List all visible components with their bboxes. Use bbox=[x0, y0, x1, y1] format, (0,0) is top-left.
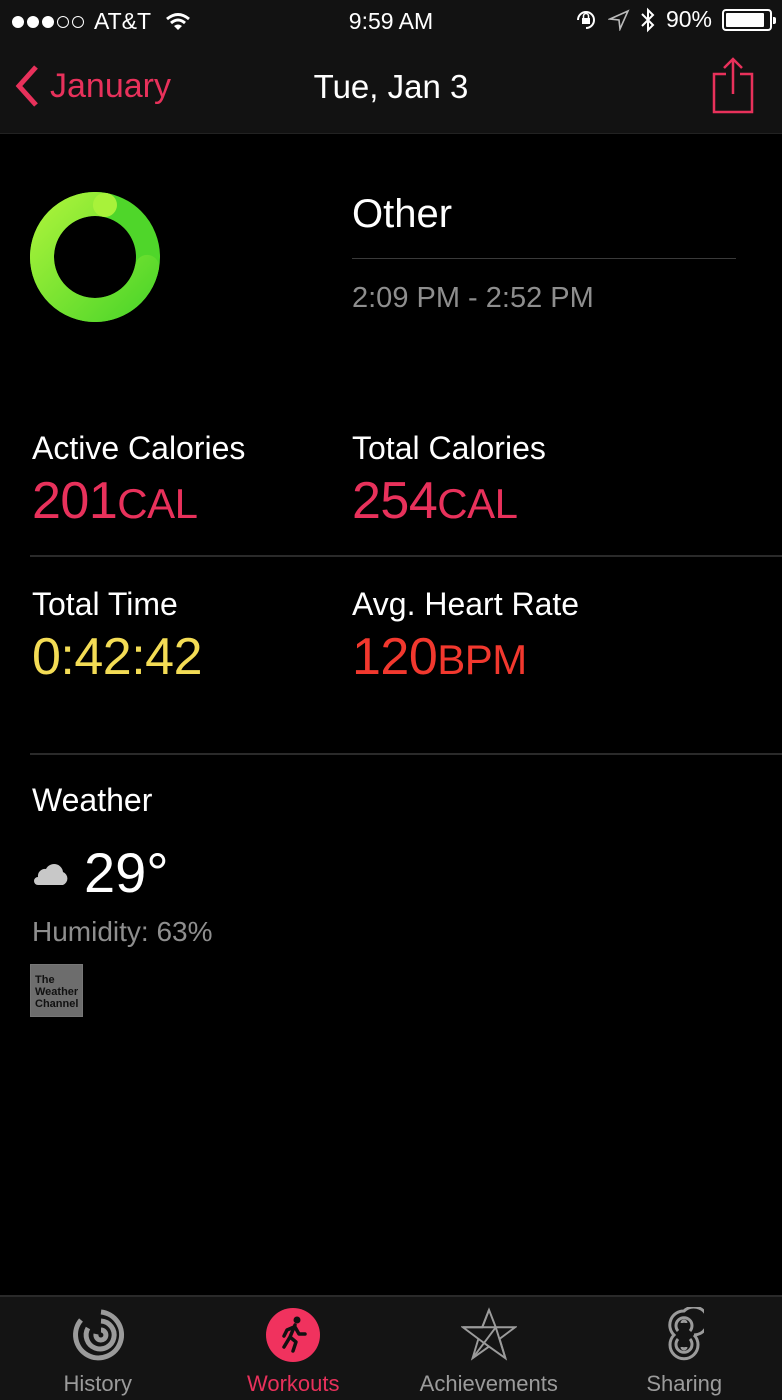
tab-sharing[interactable]: Sharing bbox=[587, 1297, 782, 1400]
share-icon bbox=[712, 56, 754, 114]
workout-type: Other bbox=[352, 192, 453, 236]
tab-achievements[interactable]: Achievements bbox=[391, 1297, 587, 1400]
tab-label: Workouts bbox=[246, 1371, 340, 1396]
history-icon bbox=[70, 1307, 126, 1363]
metric-unit: CAL bbox=[117, 480, 198, 527]
workout-activity-ring bbox=[30, 192, 160, 322]
bluetooth-icon bbox=[640, 7, 656, 33]
weather-title: Weather bbox=[32, 782, 153, 818]
metric-unit: CAL bbox=[437, 480, 518, 527]
metric-number: 254 bbox=[352, 472, 438, 530]
metric-label: Active Calories bbox=[32, 430, 246, 466]
rotation-lock-icon bbox=[574, 8, 598, 32]
metric-label: Avg. Heart Rate bbox=[352, 586, 580, 622]
divider bbox=[30, 555, 782, 557]
workouts-icon bbox=[265, 1307, 321, 1363]
weather-channel-logo[interactable]: The Weather Channel bbox=[30, 964, 83, 1017]
tab-history[interactable]: History bbox=[0, 1297, 196, 1400]
metric-number: 120 bbox=[352, 628, 438, 686]
metric-value: 254CAL bbox=[352, 471, 546, 531]
logo-text: Weather bbox=[35, 986, 79, 998]
metric-total-time: Total Time 0:42:42 bbox=[32, 586, 203, 687]
sharing-icon bbox=[656, 1307, 712, 1363]
navigation-bar: January Tue, Jan 3 bbox=[0, 42, 782, 134]
humidity: Humidity: 63% bbox=[32, 916, 213, 947]
metric-label: Total Calories bbox=[352, 430, 546, 466]
location-icon bbox=[607, 8, 630, 31]
metric-active-calories: Active Calories 201CAL bbox=[32, 430, 245, 531]
metric-value: 0:42:42 bbox=[32, 627, 203, 687]
achievements-icon bbox=[460, 1307, 517, 1363]
tab-label: Sharing bbox=[646, 1371, 723, 1396]
battery-icon bbox=[722, 8, 776, 31]
tab-workouts[interactable]: Workouts bbox=[196, 1297, 392, 1400]
tab-label: Achievements bbox=[419, 1371, 558, 1396]
divider bbox=[30, 753, 782, 755]
tab-label: History bbox=[63, 1371, 132, 1396]
logo-text: The bbox=[35, 974, 55, 986]
tab-bar: History Workouts Achievements Sharing bbox=[0, 1295, 782, 1400]
divider bbox=[352, 258, 736, 259]
metric-number: 0:42:42 bbox=[32, 628, 203, 686]
page-title: Tue, Jan 3 bbox=[313, 68, 469, 105]
logo-text: Channel bbox=[35, 998, 79, 1010]
metric-unit: BPM bbox=[437, 636, 527, 683]
weather-summary: 29° bbox=[30, 840, 169, 905]
battery-percent: 90% bbox=[665, 6, 712, 32]
cloud-icon bbox=[30, 860, 70, 886]
workout-time-range: 2:09 PM - 2:52 PM bbox=[352, 282, 594, 314]
share-button[interactable] bbox=[712, 56, 754, 119]
metric-label: Total Time bbox=[32, 586, 178, 622]
status-bar: AT&T 9:59 AM 90% bbox=[0, 0, 782, 42]
ring-end-cap bbox=[92, 192, 117, 217]
metric-avg-heart-rate: Avg. Heart Rate 120BPM bbox=[352, 586, 579, 687]
metric-total-calories: Total Calories 254CAL bbox=[352, 430, 546, 531]
metric-value: 120BPM bbox=[352, 627, 579, 687]
metric-value: 201CAL bbox=[32, 471, 245, 531]
temperature: 29° bbox=[84, 841, 169, 904]
metric-number: 201 bbox=[32, 472, 118, 530]
